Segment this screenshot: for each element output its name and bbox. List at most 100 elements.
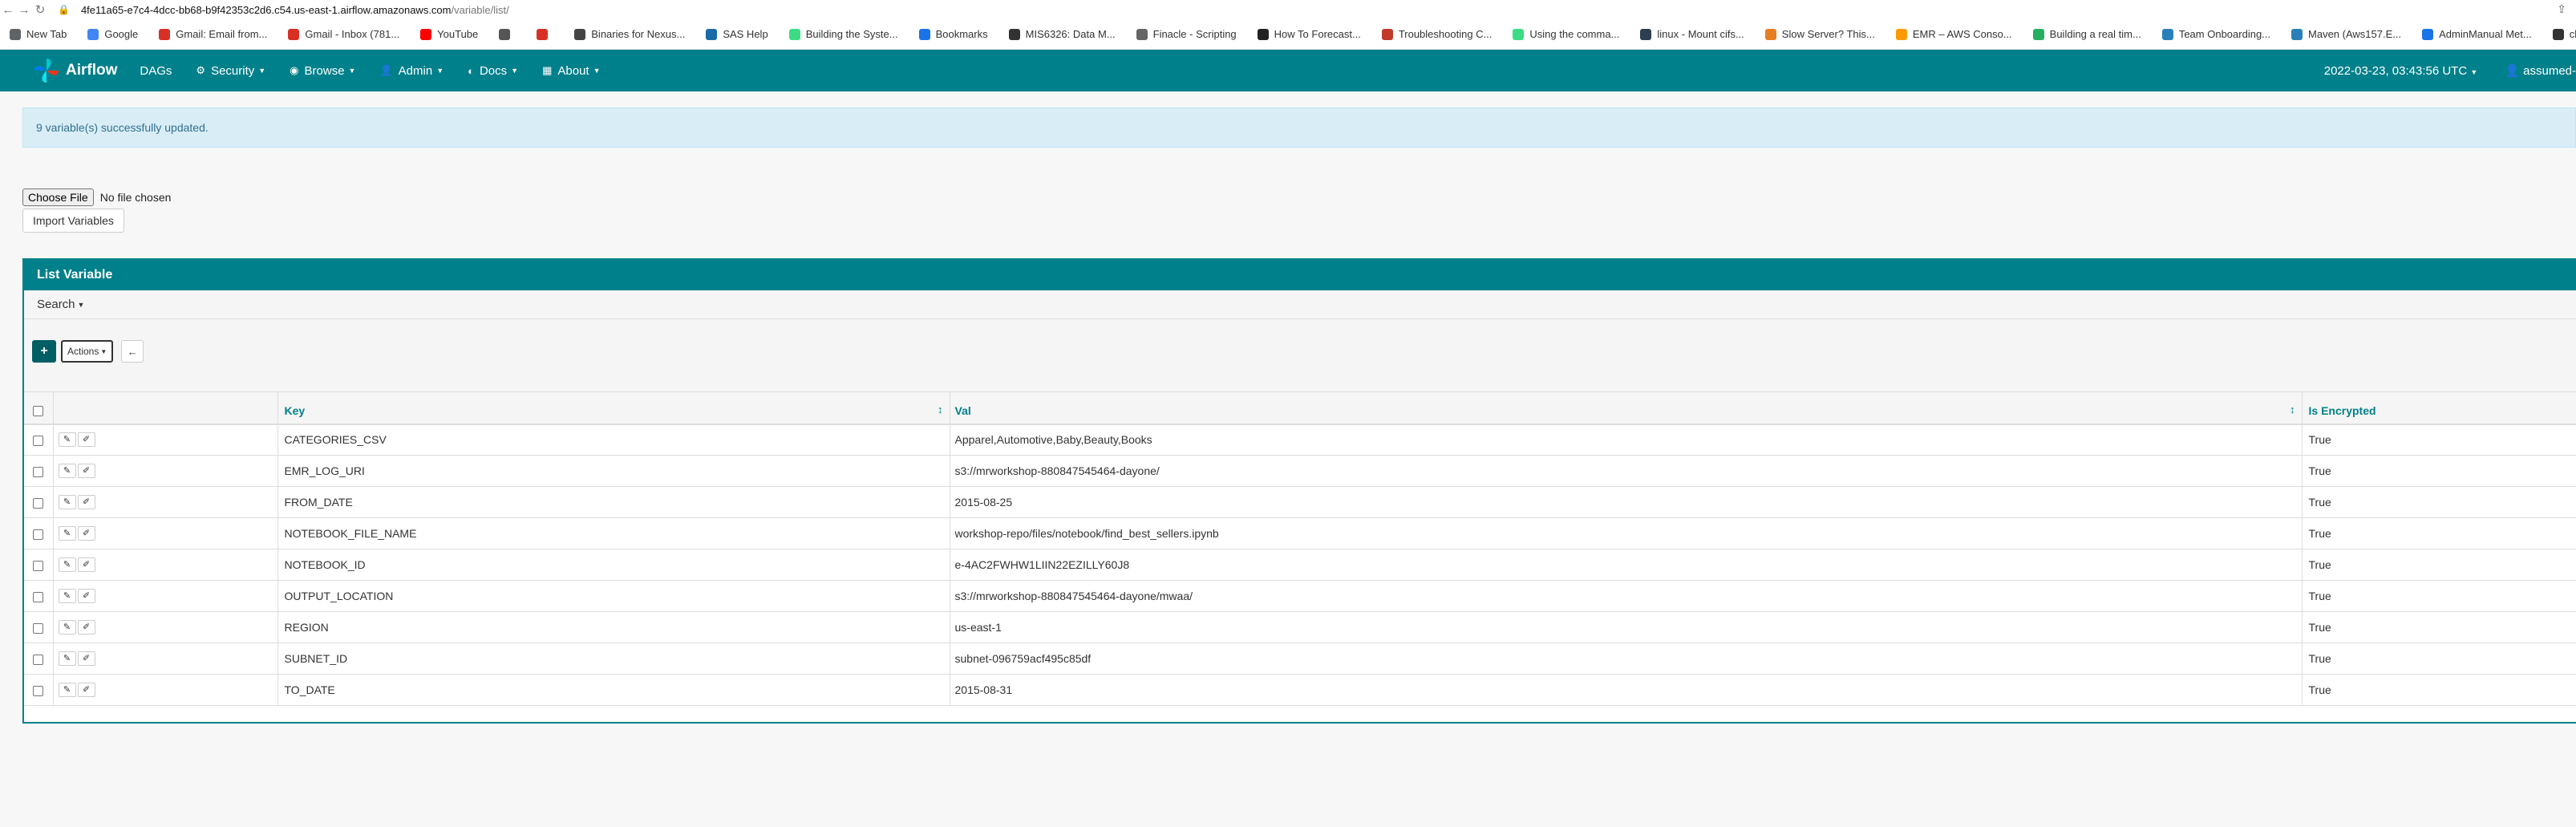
forward-arrow-icon[interactable]: → <box>16 3 32 17</box>
edit-icon[interactable]: ✎ <box>58 589 76 604</box>
row-actions-cell: ✎ ✐ <box>53 455 278 487</box>
bookmark-item[interactable]: Google <box>87 28 138 40</box>
val-header-label: Val <box>954 403 971 417</box>
bookmark-item[interactable]: How To Forecast... <box>1257 28 1361 40</box>
add-record-button[interactable]: + <box>32 340 56 363</box>
nav-label: Admin <box>398 63 433 78</box>
bookmark-item[interactable]: SAS Help <box>706 28 768 40</box>
bookmark-item[interactable]: Gmail - Inbox (781... <box>288 28 399 40</box>
bookmark-item[interactable]: Bookmarks <box>918 28 988 40</box>
chevron-down-icon: ▼ <box>258 67 266 75</box>
row-checkbox[interactable] <box>33 497 44 509</box>
bookmark-item[interactable] <box>537 28 553 40</box>
edit-icon[interactable]: ✎ <box>58 683 76 698</box>
bookmark-item[interactable]: Gmail: Email from... <box>159 28 267 40</box>
bookmark-item[interactable]: linux - Mount cifs... <box>1640 28 1744 40</box>
val-cell: 2015-08-31 <box>950 674 2303 706</box>
back-arrow-icon[interactable]: ← <box>0 3 16 17</box>
val-column-header[interactable]: Val ↕ <box>950 391 2303 425</box>
share-icon[interactable]: ⇪ <box>2557 2 2566 16</box>
edit-icon[interactable]: ✎ <box>58 495 76 510</box>
airflow-brand-link[interactable]: Airflow <box>32 56 117 85</box>
edit-icon[interactable]: ✎ <box>58 557 76 573</box>
bookmark-item[interactable]: cksum(1) - OpenB... <box>2552 28 2576 40</box>
bookmark-item[interactable]: Team Onboarding... <box>2161 28 2270 40</box>
nav-about[interactable]: ▦ About ▼ <box>542 64 600 78</box>
row-select-cell <box>24 643 54 675</box>
row-checkbox[interactable] <box>33 436 44 447</box>
address-field[interactable]: 4fe11a65-e7c4-4dcc-bb68-b9f42353c2d6.c54… <box>81 4 509 16</box>
user-menu[interactable]: 👤 assumed- <box>2505 63 2576 78</box>
row-checkbox[interactable] <box>33 466 44 477</box>
delete-icon[interactable]: ✐ <box>77 557 95 573</box>
row-checkbox[interactable] <box>33 560 44 571</box>
bookmark-item[interactable]: Using the comma... <box>1513 28 1619 40</box>
edit-icon[interactable]: ✎ <box>58 526 76 541</box>
lock-icon[interactable]: 🔒 <box>58 4 70 15</box>
nav-dags[interactable]: DAGs <box>140 64 172 78</box>
key-cell: TO_DATE <box>277 674 950 706</box>
bookmark-item[interactable]: Maven (Aws157.E... <box>2291 28 2401 40</box>
bookmark-item[interactable]: Slow Server? This... <box>1764 28 1875 40</box>
delete-icon[interactable]: ✐ <box>77 651 95 667</box>
reload-icon[interactable]: ↻ <box>32 2 48 17</box>
bookmark-label: Gmail: Email from... <box>176 28 268 40</box>
delete-icon[interactable]: ✐ <box>77 589 95 604</box>
nav-security[interactable]: ⚙ Security ▼ <box>196 64 265 78</box>
bookmark-item[interactable]: EMR – AWS Conso... <box>1895 28 2012 40</box>
bookmark-label: Maven (Aws157.E... <box>2308 28 2402 40</box>
row-checkbox[interactable] <box>33 685 44 696</box>
key-column-header[interactable]: Key ↕ <box>277 391 950 425</box>
row-checkbox[interactable] <box>33 591 44 602</box>
bookmark-label: How To Forecast... <box>1274 28 1361 40</box>
encrypted-cell: True <box>2302 486 2576 518</box>
bookmark-label: Google <box>104 28 139 40</box>
edit-icon[interactable]: ✎ <box>58 620 76 635</box>
guide-icon <box>2032 28 2044 40</box>
bookmark-item[interactable] <box>499 28 516 40</box>
bookmark-item[interactable]: Troubleshooting C... <box>1381 28 1492 40</box>
bookmark-item[interactable]: YouTube <box>420 28 478 40</box>
youtube-icon <box>420 28 432 40</box>
nav-admin[interactable]: 👤 Admin ▼ <box>379 64 444 78</box>
bookmark-item[interactable]: Building a real tim... <box>2032 28 2141 40</box>
row-select-cell <box>24 549 54 581</box>
delete-icon[interactable]: ✐ <box>77 464 95 479</box>
row-checkbox[interactable] <box>33 654 44 665</box>
nav-docs[interactable]: ◐ Docs ▼ <box>468 64 518 78</box>
bookmark-item[interactable]: AdminManual Met... <box>2422 28 2532 40</box>
edit-icon[interactable]: ✎ <box>58 432 76 448</box>
bookmark-item[interactable]: MIS6326: Data M... <box>1008 28 1116 40</box>
sort-icon[interactable]: ↕ <box>2290 403 2295 416</box>
sort-icon[interactable]: ↕ <box>938 403 943 416</box>
row-checkbox[interactable] <box>33 622 44 634</box>
bookmark-item[interactable]: New Tab <box>10 28 67 40</box>
airflow-pinwheel-icon <box>34 59 59 83</box>
edit-icon[interactable]: ✎ <box>58 651 76 667</box>
delete-icon[interactable]: ✐ <box>77 620 95 635</box>
bookmark-item[interactable]: Finacle - Scripting <box>1136 28 1237 40</box>
bookmark-item[interactable]: Binaries for Nexus... <box>574 28 685 40</box>
delete-icon[interactable]: ✐ <box>77 432 95 448</box>
encrypted-column-header[interactable]: Is Encrypted <box>2302 391 2576 425</box>
chevron-down-icon: ▼ <box>511 67 519 75</box>
bookmark-label: Using the comma... <box>1529 28 1620 40</box>
actions-dropdown[interactable]: Actions ▼ <box>61 340 114 363</box>
delete-icon[interactable]: ✐ <box>77 495 95 510</box>
choose-file-button[interactable]: Choose File <box>22 189 94 206</box>
back-button[interactable]: ← <box>121 340 144 363</box>
clock-dropdown[interactable]: 2022-03-23, 03:43:56 UTC ▼ <box>2324 64 2478 78</box>
gmail-icon <box>159 28 171 40</box>
navbar-right: 2022-03-23, 03:43:56 UTC ▼ 👤 assumed- <box>2324 50 2576 91</box>
import-variables-button[interactable]: Import Variables <box>22 209 124 233</box>
edit-icon[interactable]: ✎ <box>58 464 76 479</box>
select-all-checkbox[interactable] <box>33 406 44 417</box>
search-toggle[interactable]: Search ▼ <box>24 290 2576 319</box>
delete-icon[interactable]: ✐ <box>77 683 95 698</box>
row-checkbox[interactable] <box>33 529 44 540</box>
bookmark-item[interactable]: Building the Syste... <box>788 28 898 40</box>
nav-label: Docs <box>479 63 508 78</box>
delete-icon[interactable]: ✐ <box>77 526 95 541</box>
file-status: No file chosen <box>99 191 172 204</box>
nav-browse[interactable]: ◉ Browse ▼ <box>290 64 355 78</box>
